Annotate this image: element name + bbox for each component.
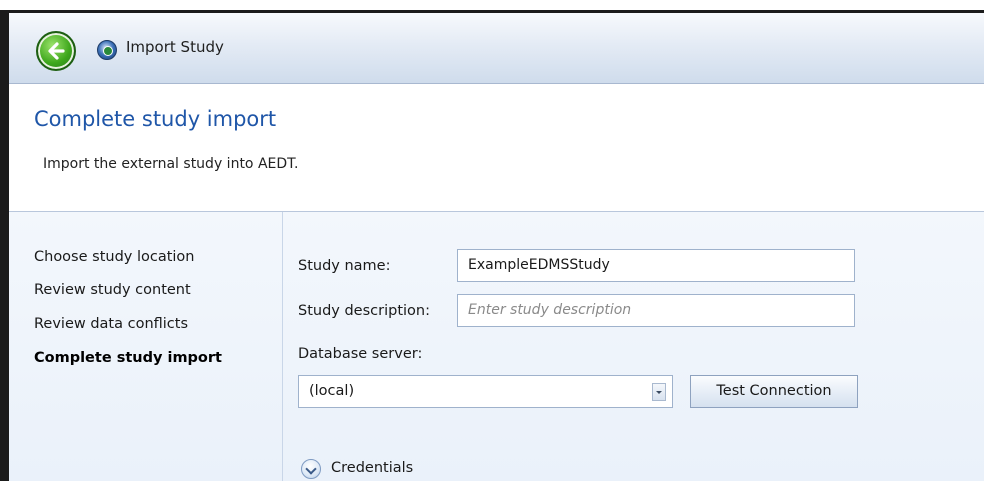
credentials-label: Credentials	[331, 460, 414, 476]
step-review-study-content[interactable]: Review study content	[34, 282, 191, 298]
study-description-label: Study description:	[298, 303, 430, 319]
back-arrow-icon	[48, 42, 65, 60]
database-server-select[interactable]: (local)	[298, 375, 673, 408]
step-complete-study-import[interactable]: Complete study import	[34, 350, 222, 366]
left-frame	[0, 10, 9, 481]
database-server-value: (local)	[309, 383, 355, 399]
study-description-field[interactable]: Enter study description	[457, 294, 855, 327]
page-title: Complete study import	[34, 107, 277, 131]
expand-chevron-icon[interactable]	[301, 459, 321, 479]
wizard-body: Choose study location Review study conte…	[9, 212, 984, 481]
step-review-data-conflicts[interactable]: Review data conflicts	[34, 316, 188, 332]
page-subtitle: Import the external study into AEDT.	[43, 156, 299, 172]
background-strip	[0, 0, 984, 10]
back-button[interactable]	[36, 31, 76, 71]
database-server-label: Database server:	[298, 346, 423, 362]
test-connection-button[interactable]: Test Connection	[690, 375, 858, 408]
chevron-down-icon[interactable]	[652, 383, 666, 401]
title-bar: Import Study	[9, 13, 984, 84]
step-choose-study-location[interactable]: Choose study location	[34, 249, 195, 265]
study-name-field[interactable]: ExampleEDMSStudy	[457, 249, 855, 282]
window-title: Import Study	[126, 38, 224, 56]
import-study-window: Import Study Complete study import Impor…	[9, 13, 984, 481]
page-header: Complete study import Import the externa…	[9, 84, 984, 212]
wizard-steps: Choose study location Review study conte…	[9, 212, 283, 481]
app-globe-icon	[97, 40, 117, 60]
study-name-label: Study name:	[298, 258, 391, 274]
